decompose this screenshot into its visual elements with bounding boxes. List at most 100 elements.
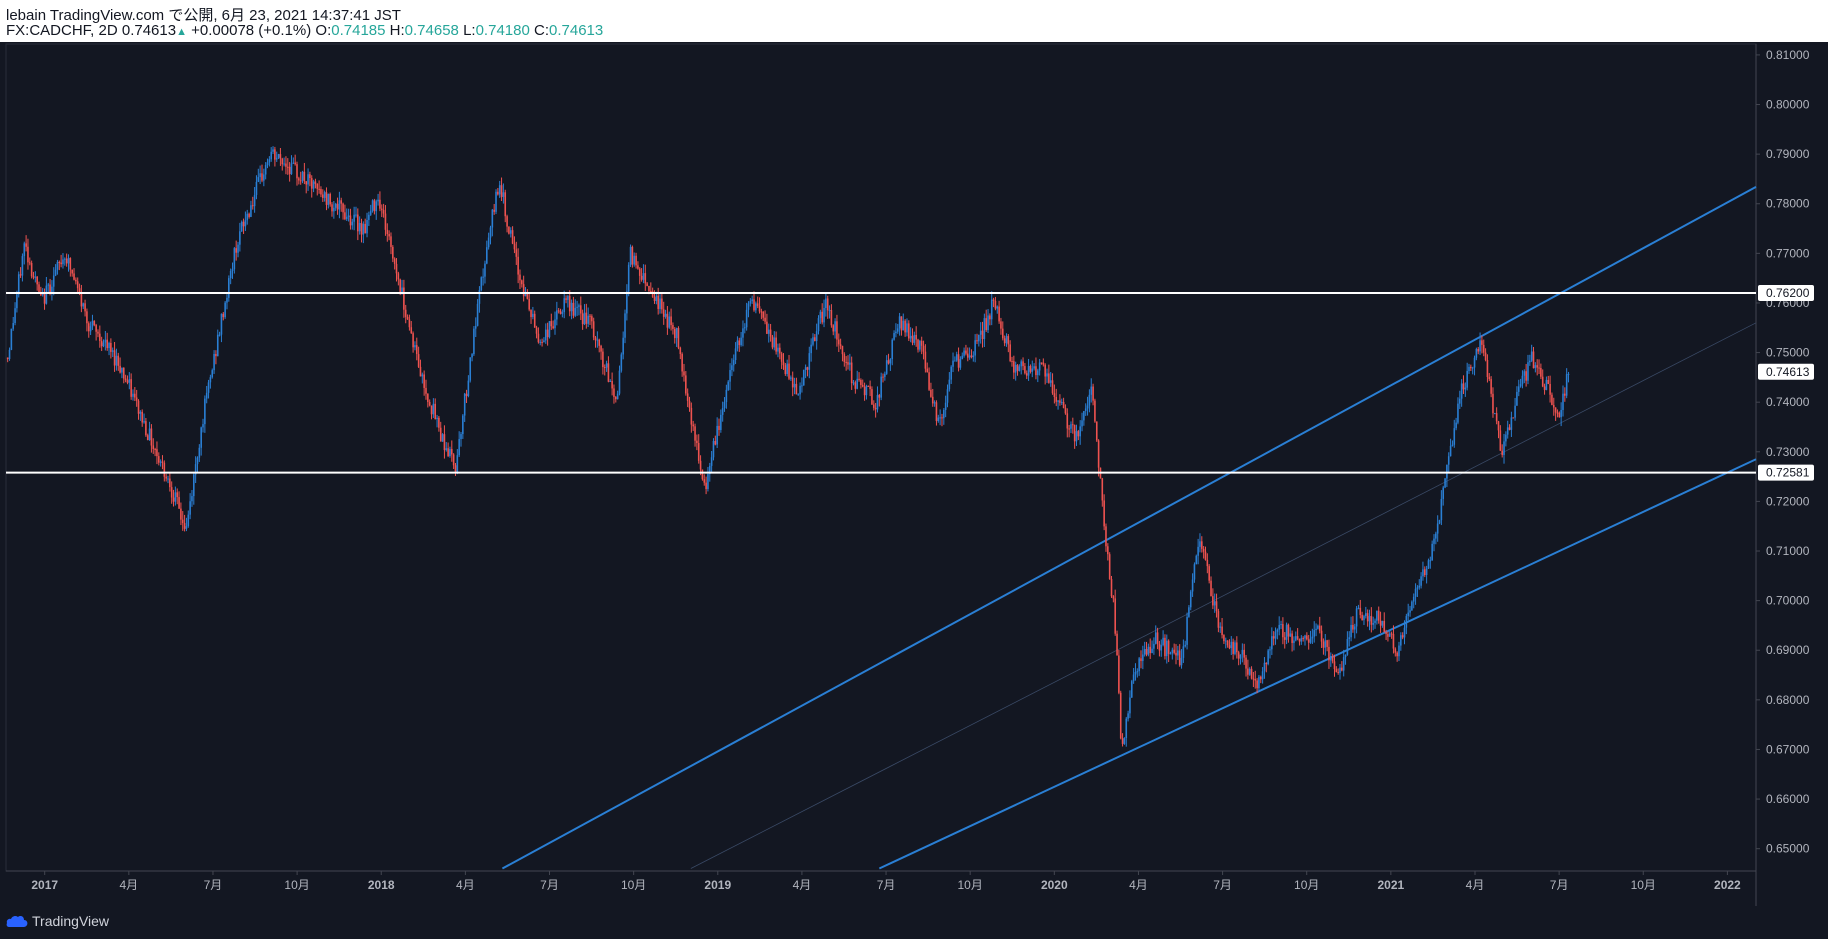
candle-473 [878,395,881,398]
candle-170 [320,188,322,195]
candle-496 [920,340,923,346]
candle-486 [902,320,905,331]
candle-55 [108,342,110,349]
candle-35 [71,269,73,274]
candle-154 [290,163,293,175]
candle-166 [312,181,315,189]
tradingview-brand[interactable]: TradingView [6,913,109,929]
candle-95 [181,519,184,524]
candle-511 [948,379,951,390]
time-tick-label: 4月 [793,878,812,892]
candle-748 [1385,631,1387,634]
candle-490 [909,335,912,339]
candle-564 [1046,373,1048,377]
candle-211 [395,263,398,274]
candle-427 [793,383,796,388]
candle-358 [666,313,669,328]
candle-570 [1057,400,1059,402]
candle-361 [672,325,674,329]
candle-45 [89,326,92,332]
candle-159 [299,180,302,182]
candle-801 [1482,344,1485,353]
candle-615 [1140,658,1142,661]
candle-553 [1025,373,1028,376]
close-label: C: [534,22,549,39]
candle-466 [865,385,868,396]
candle-365 [679,347,682,355]
candle-213 [399,279,401,293]
candle-319 [594,337,597,341]
candle-698 [1293,640,1295,643]
candle-502 [931,396,934,404]
candle-323 [602,351,604,368]
candle-525 [974,340,976,356]
candle-543 [1007,336,1010,345]
last-price: 0.74613 [121,22,177,39]
candle-718 [1330,656,1332,661]
candle-832 [1540,368,1542,377]
candle-531 [985,318,988,331]
candle-591 [1095,421,1098,441]
candle-259 [484,263,486,277]
candle-49 [97,331,99,334]
time-tick-label: 10月 [621,878,646,892]
candle-145 [274,149,276,160]
candle-512 [950,366,952,380]
price-chart[interactable]: 0.810000.800000.790000.780000.770000.760… [0,42,1828,906]
candle-400 [743,327,746,329]
candle-67 [130,379,132,397]
candle-567 [1051,380,1054,394]
candle-573 [1062,401,1065,408]
candle-751 [1390,633,1393,635]
candle-409 [760,311,763,313]
candle-483 [896,328,899,332]
candle-320 [596,339,599,341]
candle-57 [111,350,114,352]
candle-290 [541,341,543,343]
price-tick-label: 0.70000 [1766,594,1810,608]
candle-46 [91,320,94,327]
candle-749 [1387,633,1389,637]
candle-369 [686,393,689,401]
candle-348 [648,285,650,291]
candle-572 [1060,401,1063,403]
candle-123 [233,248,236,270]
candle-318 [592,321,595,338]
candle-659 [1221,626,1223,636]
candle-209 [392,246,394,259]
candle-452 [839,344,842,346]
candle-842 [1558,412,1561,418]
candle-724 [1341,667,1343,671]
candle-773 [1431,543,1433,561]
candle-316 [589,315,591,317]
candle-467 [867,385,870,387]
time-tick-label: 2022 [1714,878,1741,892]
candle-386 [718,425,720,431]
candle-65 [126,380,129,383]
candle-79 [152,445,155,449]
candle-217 [406,316,409,320]
candle-721 [1335,669,1338,673]
candle-413 [767,329,770,334]
candle-680 [1259,676,1262,680]
candle-757 [1401,635,1404,638]
candle-551 [1022,361,1024,367]
candle-675 [1250,668,1253,679]
candle-376 [699,460,702,470]
candle-405 [753,299,755,311]
candle-644 [1193,564,1196,580]
candle-11 [27,246,29,263]
candle-825 [1527,362,1529,381]
candle-5 [16,294,18,309]
candle-113 [215,353,217,357]
price-tick-label: 0.65000 [1766,842,1810,856]
candle-571 [1059,400,1061,403]
candle-162 [305,181,308,185]
candle-745 [1379,620,1382,626]
candle-666 [1234,642,1236,654]
candle-317 [591,316,593,322]
candle-524 [972,355,975,358]
candle-286 [533,313,536,328]
candle-412 [766,321,768,334]
candle-284 [530,309,532,317]
